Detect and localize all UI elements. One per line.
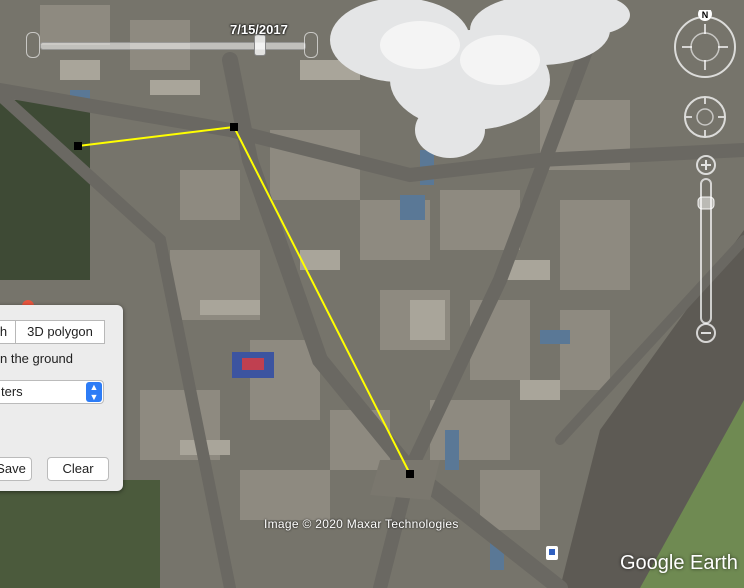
time-handle[interactable] (254, 34, 266, 56)
tab-3d-polygon[interactable]: 3D polygon (15, 320, 105, 344)
time-track[interactable] (40, 42, 306, 50)
compass-north-label: N (702, 10, 709, 20)
ruler-panel: h 3D polygon n the ground ters ▲ ▼ Save C… (0, 305, 123, 491)
chevron-updown-icon[interactable]: ▲ ▼ (86, 382, 102, 402)
google-earth-logo: Google Earth (620, 552, 738, 574)
units-selected-value: ters (1, 384, 23, 399)
compass-icon[interactable]: N (670, 10, 740, 80)
satellite-map[interactable] (0, 0, 744, 588)
measure-vertex-1[interactable] (74, 142, 82, 150)
time-date-label: 7/15/2017 (230, 22, 288, 37)
zoom-slider[interactable] (694, 155, 718, 345)
save-button[interactable]: Save (0, 457, 32, 481)
look-joystick-icon[interactable] (682, 94, 728, 140)
clear-button[interactable]: Clear (47, 457, 109, 481)
time-slider[interactable]: 7/15/2017 (26, 22, 318, 58)
time-slider-start[interactable] (26, 32, 40, 58)
time-slider-end[interactable] (304, 32, 318, 58)
tab-path[interactable]: h (0, 320, 16, 344)
measure-vertex-2[interactable] (230, 123, 238, 131)
imagery-copyright: Image © 2020 Maxar Technologies (264, 517, 459, 531)
clamp-to-ground-label: n the ground (0, 351, 74, 366)
units-select[interactable]: ters ▲ ▼ (0, 380, 104, 404)
measure-vertex-3[interactable] (406, 470, 414, 478)
